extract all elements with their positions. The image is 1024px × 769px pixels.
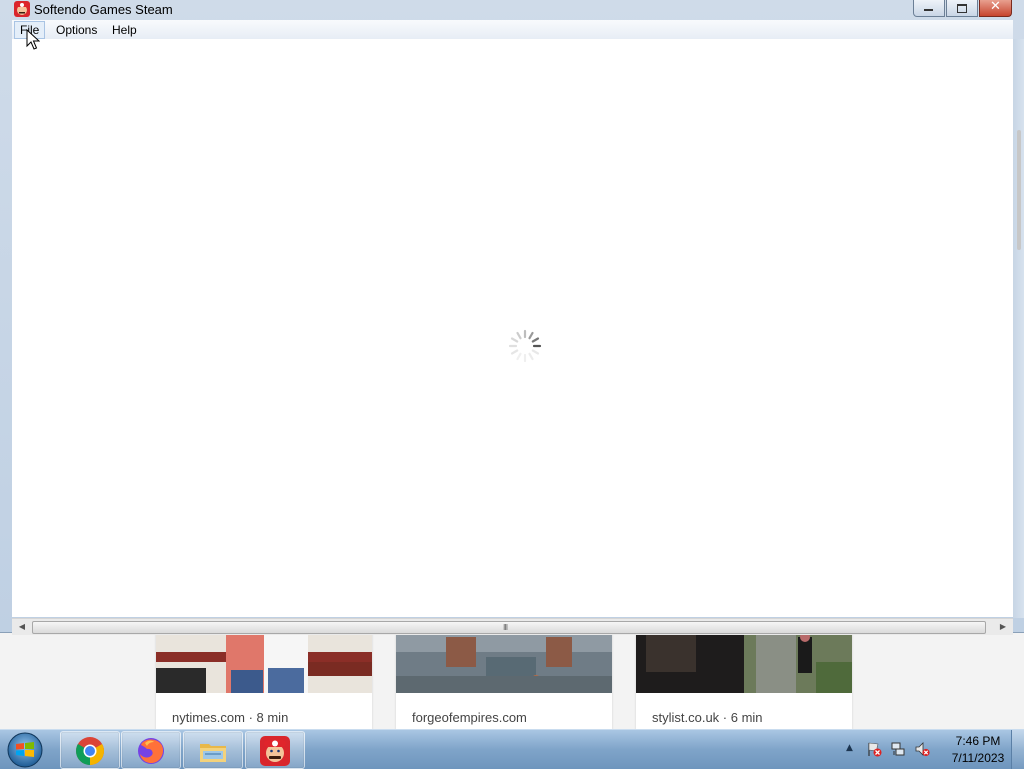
taskbar-explorer-button[interactable] bbox=[183, 731, 243, 769]
windows-start-icon[interactable] bbox=[6, 731, 44, 769]
menu-help[interactable]: Help bbox=[107, 22, 142, 38]
volume-muted-icon[interactable] bbox=[914, 741, 930, 757]
taskbar-mario-app-button[interactable] bbox=[245, 731, 305, 769]
firefox-icon bbox=[138, 738, 164, 764]
scroll-left-arrow-icon[interactable]: ◀ bbox=[14, 621, 30, 633]
window-controls: ✕ bbox=[913, 0, 1012, 18]
scrollbar-thumb[interactable]: III bbox=[32, 621, 986, 634]
loading-spinner-icon bbox=[508, 329, 542, 363]
news-card-thumbnail bbox=[636, 632, 852, 693]
news-card-thumbnail bbox=[156, 632, 372, 693]
content-area[interactable] bbox=[12, 39, 1013, 617]
horizontal-scrollbar[interactable]: ◀ III ▶ bbox=[12, 618, 1013, 635]
clock-time[interactable]: 7:46 PM bbox=[942, 734, 1014, 748]
close-button[interactable]: ✕ bbox=[979, 0, 1012, 17]
file-explorer-icon bbox=[200, 744, 226, 762]
news-card[interactable]: nytimes.com · 8 min bbox=[156, 632, 372, 730]
menu-bar: File Options Help bbox=[12, 20, 1013, 40]
background-news-feed: nytimes.com · 8 min forgeofempires.com s… bbox=[0, 632, 1024, 730]
action-center-flag-icon[interactable] bbox=[866, 741, 882, 757]
app-window: Softendo Games Steam ✕ File Options Help bbox=[0, 0, 1024, 635]
mario-app-icon bbox=[14, 1, 30, 17]
system-tray: ▲ 7:46 PM 7/11/2023 bbox=[842, 730, 1024, 769]
background-scrollbar-thumb bbox=[1017, 130, 1021, 250]
maximize-icon bbox=[957, 4, 967, 13]
news-card-caption: forgeofempires.com bbox=[412, 710, 527, 725]
title-bar[interactable]: Softendo Games Steam ✕ bbox=[0, 0, 1024, 20]
news-card[interactable]: stylist.co.uk · 6 min bbox=[636, 632, 852, 730]
taskbar-chrome-button[interactable] bbox=[60, 731, 120, 769]
mario-games-icon bbox=[260, 736, 290, 766]
window-title: Softendo Games Steam bbox=[34, 2, 173, 17]
maximize-button[interactable] bbox=[946, 0, 978, 17]
clock-date[interactable]: 7/11/2023 bbox=[942, 751, 1014, 765]
show-desktop-button[interactable] bbox=[1011, 730, 1024, 769]
chrome-icon bbox=[76, 737, 104, 765]
minimize-icon bbox=[924, 9, 933, 11]
news-card-caption: stylist.co.uk · 6 min bbox=[652, 710, 763, 725]
network-icon[interactable] bbox=[890, 741, 906, 757]
news-card-caption: nytimes.com · 8 min bbox=[172, 710, 289, 725]
news-card[interactable]: forgeofempires.com bbox=[396, 632, 612, 730]
scroll-right-arrow-icon[interactable]: ▶ bbox=[995, 621, 1011, 633]
taskbar: ▲ 7:46 PM 7/11/2023 bbox=[0, 729, 1024, 769]
taskbar-firefox-button[interactable] bbox=[121, 731, 181, 769]
news-card-thumbnail bbox=[396, 632, 612, 693]
menu-options[interactable]: Options bbox=[51, 22, 102, 38]
mouse-cursor-icon bbox=[26, 29, 40, 50]
minimize-button[interactable] bbox=[913, 0, 945, 17]
scrollbar-grip-icon: III bbox=[503, 623, 508, 632]
close-icon: ✕ bbox=[990, 0, 1001, 14]
show-hidden-icons-icon[interactable]: ▲ bbox=[846, 743, 853, 753]
window-right-border bbox=[1013, 39, 1024, 618]
